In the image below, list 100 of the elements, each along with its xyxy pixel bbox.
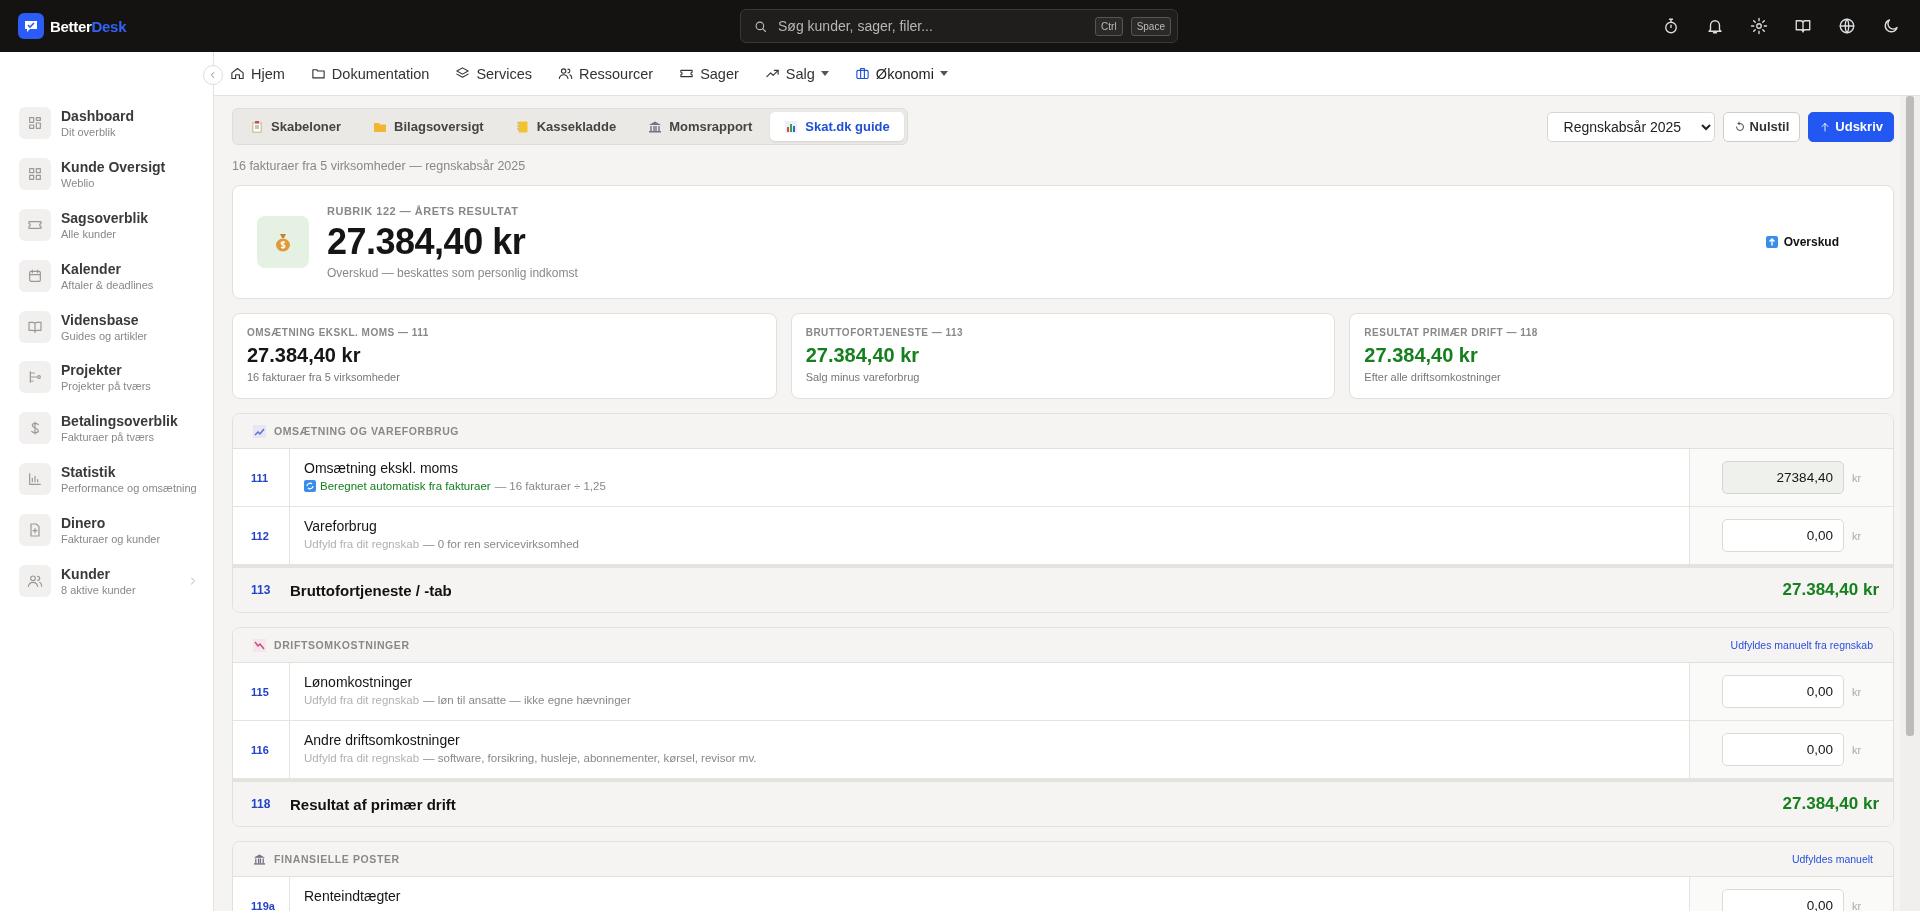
- field-hint-source: Udfyld fra dit regnskab: [304, 538, 420, 550]
- currency-unit: kr: [1851, 743, 1862, 756]
- field-hint-source: Beregnet automatisk fra fakturaer: [320, 480, 491, 492]
- section-title: DRIFTSOMKOSTNINGER: [274, 639, 410, 651]
- sidebar-item[interactable]: Kalender Aftaler & deadlines: [0, 250, 213, 302]
- metric-amount: 27.384,40 kr: [1364, 344, 1479, 367]
- chevron-left-icon: [208, 70, 218, 80]
- people-icon: [27, 572, 43, 589]
- field-hint-source: Udfyld fra dit regnskab: [304, 694, 420, 706]
- metric-label: BRUTTOFORTJENESTE — 113: [805, 327, 965, 338]
- house-icon: [230, 66, 245, 81]
- arrow-up-icon: [1765, 236, 1778, 248]
- chart-down-icon: [253, 638, 266, 652]
- bar-chart-icon: [784, 119, 799, 134]
- metric-label: RESULTAT PRIMÆR DRIFT — 118: [1364, 327, 1539, 338]
- stopwatch-icon: [1662, 17, 1680, 35]
- reset-button[interactable]: Nulstil: [1722, 111, 1801, 142]
- field-label: Renteindtægter: [304, 888, 402, 904]
- metric-amount: 27.384,40 kr: [805, 344, 921, 367]
- book-icon: [1794, 17, 1812, 35]
- reset-icon: [1733, 120, 1746, 133]
- people-icon: [558, 66, 573, 81]
- sidebar-item[interactable]: Kunder 8 aktive kunder: [0, 555, 213, 606]
- tab[interactable]: Skabeloner: [236, 112, 356, 141]
- sidebar-item[interactable]: Statistik Performance og omsætning: [0, 453, 213, 505]
- bell-icon: [1706, 17, 1724, 35]
- field-code: 119a: [233, 877, 290, 911]
- page-subtitle: 16 fakturaer fra 5 virksomheder — regnskabsår 2025: [232, 159, 527, 173]
- field-hint: — 0 for ren servicevirksomhed: [423, 538, 579, 550]
- print-button[interactable]: Udskriv: [1808, 111, 1894, 142]
- tab[interactable]: Skat.dk guide: [770, 112, 904, 141]
- calendar-icon: [27, 267, 43, 284]
- field-label: Andre driftsomkostninger: [304, 732, 461, 748]
- field-hint: — løn til ansatte — ikke egne hævninger: [423, 694, 631, 706]
- shortcut-key: Space: [1130, 16, 1171, 36]
- sidebar-item[interactable]: Dinero Fakturaer og kunder: [0, 504, 213, 556]
- scrollbar[interactable]: [1900, 96, 1920, 911]
- nav-item[interactable]: Dokumentation: [310, 65, 430, 82]
- arrow-up-icon: [1819, 120, 1832, 133]
- currency-unit: kr: [1851, 471, 1862, 484]
- result-note: Overskud — beskattes som personlig indkomst: [327, 265, 578, 280]
- grid-icon: [27, 115, 43, 132]
- metric-label: OMSÆTNING EKSKL. MOMS — 111: [247, 327, 430, 338]
- grid-icon: [27, 166, 43, 183]
- field-hint-source: Udfyld fra dit regnskab: [304, 752, 420, 764]
- field-code: 111: [233, 449, 290, 506]
- year-select[interactable]: Regnskabsår 2025: [1546, 111, 1715, 142]
- nav-item[interactable]: Services: [455, 65, 532, 82]
- total-label: Resultat af primær drift: [290, 795, 457, 813]
- field-code: 116: [233, 721, 290, 778]
- sidebar-item[interactable]: Vidensbase Guides og artikler: [0, 301, 213, 352]
- sidebar-item[interactable]: Betalingsoverblik Fakturaer på tværs: [0, 402, 213, 454]
- amount-field[interactable]: 0,00: [1721, 519, 1844, 552]
- sidebar-item[interactable]: Sagsoverblik Alle kunder: [0, 199, 213, 251]
- result-label: RUBRIK 122 — ÅRETS RESULTAT: [327, 204, 520, 217]
- sidebar-item[interactable]: Dashboard Dit overblik: [0, 98, 213, 149]
- settings-button[interactable]: [1748, 15, 1770, 37]
- field-label: Omsætning ekskl. moms: [304, 460, 460, 476]
- chart-up-icon: [253, 424, 266, 438]
- nav-item[interactable]: Sager: [679, 65, 739, 82]
- total-amount: 27.384,40 kr: [1782, 794, 1879, 814]
- metric-note: Efter alle driftsomkostninger: [1364, 371, 1502, 383]
- section-title: OMSÆTNING OG VAREFORBRUG: [274, 425, 460, 437]
- metric-amount: 27.384,40 kr: [247, 344, 362, 367]
- bank-icon: [253, 852, 266, 866]
- caret-icon: [939, 71, 948, 76]
- currency-unit: kr: [1851, 529, 1862, 542]
- amount-field[interactable]: 0,00: [1721, 733, 1844, 766]
- result-status: Overskud: [1783, 235, 1839, 249]
- metric-note: Salg minus vareforbrug: [805, 371, 921, 383]
- notebook-icon: [515, 119, 530, 134]
- amount-field[interactable]: 0,00: [1721, 675, 1844, 708]
- search-input[interactable]: Søg kunder, sager, filer...: [776, 17, 1088, 35]
- briefcase-icon: [854, 66, 870, 81]
- total-label: Bruttofortjeneste / -tab: [290, 581, 453, 599]
- sidebar-item[interactable]: Kunde Oversigt Weblio: [0, 148, 213, 200]
- amount-field[interactable]: 0,00: [1721, 889, 1844, 911]
- app-logo[interactable]: BetterDesk: [18, 13, 127, 39]
- nav-item[interactable]: Salg: [764, 65, 829, 82]
- tab[interactable]: Kassekladde: [501, 112, 631, 141]
- globe-icon: [1838, 17, 1856, 35]
- nav-item[interactable]: Ressourcer: [558, 65, 654, 82]
- search-field[interactable]: Søg kunder, sager, filer... Ctrl Space: [740, 9, 1178, 43]
- field-code: 115: [233, 663, 290, 720]
- field-label: Lønomkostninger: [304, 674, 414, 690]
- folder-icon: [310, 66, 326, 81]
- bar-chart-icon: [27, 470, 43, 487]
- amount-field[interactable]: 27384,40: [1721, 461, 1844, 494]
- tab[interactable]: Momsrapport: [634, 112, 767, 141]
- document-plus-icon: [27, 521, 43, 538]
- clipboard-icon: [250, 119, 264, 134]
- caret-icon: [820, 71, 829, 76]
- nav-item[interactable]: Økonomi: [854, 65, 948, 82]
- nav-item[interactable]: Hjem: [230, 65, 285, 82]
- section-note: Udfyldes manuelt: [1791, 853, 1873, 865]
- sidebar-item[interactable]: Projekter Projekter på tværs: [0, 352, 213, 403]
- shortcut-key: Ctrl: [1095, 16, 1123, 36]
- tab[interactable]: Bilagsoversigt: [359, 112, 498, 141]
- result-amount: 27.384,40 kr: [327, 220, 527, 263]
- field-label: Vareforbrug: [304, 518, 378, 534]
